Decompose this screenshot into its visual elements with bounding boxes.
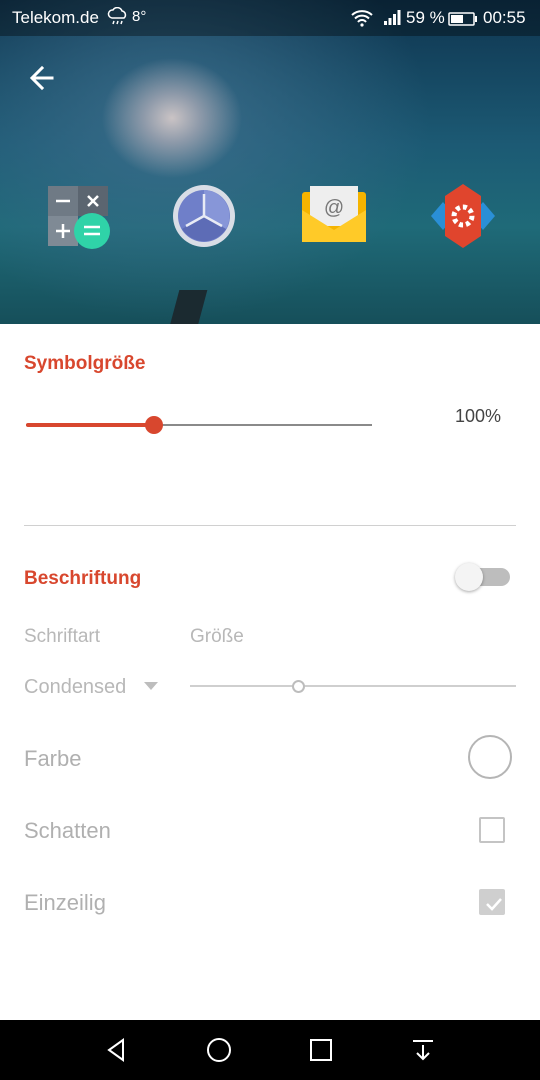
svg-text:@: @ xyxy=(324,197,344,219)
label-size-slider-track[interactable] xyxy=(190,685,516,687)
carrier-name: Telekom.de xyxy=(12,8,99,27)
checkmark-icon xyxy=(486,898,502,911)
home-circle-icon[interactable] xyxy=(205,1036,233,1064)
dropdown-arrow-icon[interactable] xyxy=(144,682,158,690)
clock-icon xyxy=(170,182,238,250)
battery-icon xyxy=(448,11,478,31)
wifi-icon xyxy=(350,9,374,32)
temperature: 8° xyxy=(132,8,147,25)
single-line-label: Einzeilig xyxy=(24,890,106,915)
label-size-slider-thumb[interactable] xyxy=(291,680,305,693)
icon-size-slider-thumb[interactable] xyxy=(145,416,164,434)
battery-percent: 59 % xyxy=(406,8,445,27)
icon-size-value: 100% xyxy=(455,406,502,426)
signal-icon xyxy=(383,9,403,30)
weather-rain-icon xyxy=(107,6,129,32)
notification-pull-icon[interactable] xyxy=(409,1036,437,1064)
calculator-icon xyxy=(44,182,112,250)
size-label: Größe xyxy=(190,626,244,647)
icon-preview-header: @ xyxy=(0,0,540,324)
labeling-title: Beschriftung xyxy=(24,568,142,589)
single-line-checkbox[interactable] xyxy=(479,889,505,915)
color-label: Farbe xyxy=(24,746,82,771)
labeling-toggle-thumb[interactable] xyxy=(455,563,483,591)
shadow-label: Schatten xyxy=(24,818,111,843)
clock-time: 00:55 xyxy=(483,8,526,27)
shadow-checkbox[interactable] xyxy=(479,817,505,843)
navigation-bar xyxy=(0,1020,540,1080)
recents-square-icon[interactable] xyxy=(307,1036,335,1064)
font-label: Schriftart xyxy=(24,626,101,647)
icon-size-title: Symbolgröße xyxy=(24,353,146,374)
icon-size-slider-fill xyxy=(26,423,155,427)
background-rock xyxy=(168,290,208,324)
back-arrow-icon[interactable] xyxy=(26,62,58,94)
section-divider xyxy=(24,525,516,526)
font-dropdown-value[interactable]: Condensed xyxy=(24,676,126,699)
status-bar: Telekom.de 8° 59 % 00:55 xyxy=(0,0,540,36)
settings-hexagon-icon xyxy=(429,182,497,250)
back-triangle-icon[interactable] xyxy=(103,1036,131,1064)
email-icon: @ xyxy=(300,182,368,250)
color-picker-circle[interactable] xyxy=(468,735,512,779)
